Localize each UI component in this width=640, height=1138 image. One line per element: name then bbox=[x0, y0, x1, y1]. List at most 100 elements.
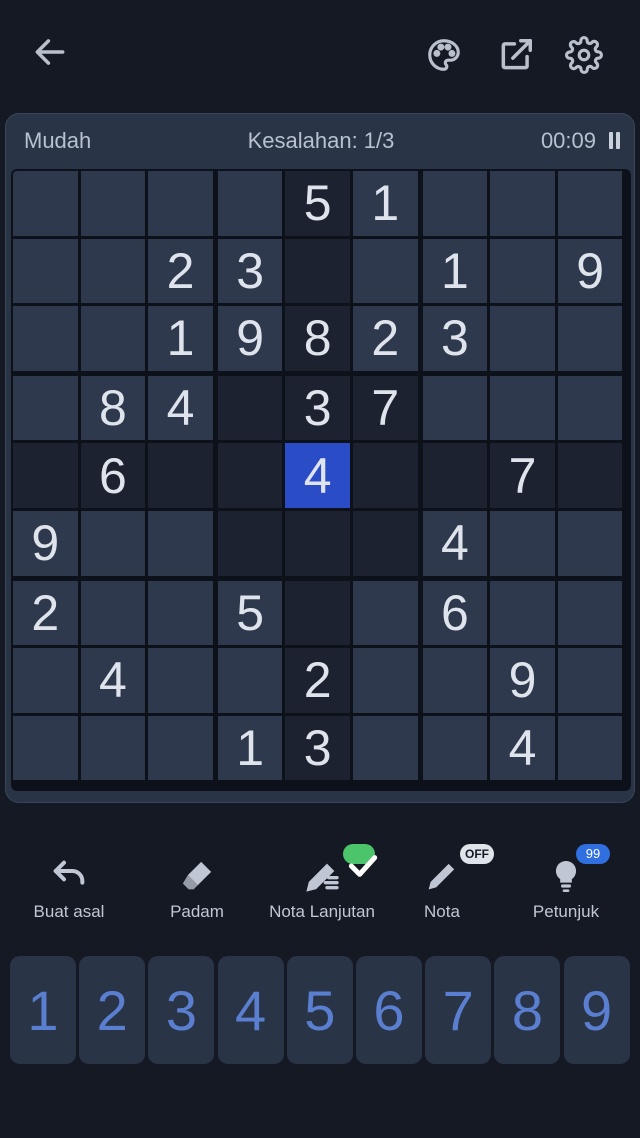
grid-cell-r3-c6[interactable]: 2 bbox=[353, 306, 418, 371]
grid-cell-r7-c7[interactable]: 6 bbox=[422, 580, 488, 646]
grid-cell-r6-c5[interactable] bbox=[285, 511, 350, 576]
grid-cell-r5-c2[interactable]: 6 bbox=[80, 443, 146, 508]
theme-button[interactable] bbox=[420, 31, 468, 79]
grid-cell-r2-c1[interactable] bbox=[13, 238, 78, 304]
grid-cell-r1-c5[interactable]: 5 bbox=[285, 171, 350, 236]
grid-cell-r9-c2[interactable] bbox=[80, 715, 146, 781]
grid-cell-r1-c4[interactable] bbox=[217, 171, 283, 236]
grid-cell-r6-c3[interactable] bbox=[148, 511, 213, 576]
grid-cell-r8-c8[interactable]: 9 bbox=[490, 648, 555, 713]
numpad-key-6[interactable]: 6 bbox=[356, 956, 422, 1064]
numpad-key-9[interactable]: 9 bbox=[563, 956, 630, 1064]
grid-cell-r9-c9[interactable] bbox=[557, 715, 623, 781]
grid-cell-r5-c6[interactable] bbox=[353, 443, 418, 508]
grid-cell-r3-c9[interactable] bbox=[557, 306, 623, 371]
grid-cell-r1-c6[interactable]: 1 bbox=[353, 171, 418, 236]
grid-cell-r4-c4[interactable] bbox=[217, 375, 283, 441]
grid-cell-r3-c5[interactable]: 8 bbox=[285, 306, 350, 371]
grid-cell-r2-c7[interactable]: 1 bbox=[422, 238, 488, 304]
grid-cell-r7-c5[interactable] bbox=[285, 580, 350, 646]
grid-cell-r9-c8[interactable]: 4 bbox=[490, 715, 555, 781]
grid-cell-r2-c6[interactable] bbox=[353, 238, 418, 304]
grid-cell-r6-c4[interactable] bbox=[217, 511, 283, 576]
grid-cell-r9-c4[interactable]: 1 bbox=[217, 715, 283, 781]
grid-cell-r9-c7[interactable] bbox=[422, 715, 488, 781]
grid-cell-r3-c3[interactable]: 1 bbox=[148, 306, 213, 371]
grid-cell-r2-c9[interactable]: 9 bbox=[557, 238, 623, 304]
grid-cell-r8-c1[interactable] bbox=[13, 648, 78, 713]
share-button[interactable] bbox=[492, 31, 540, 79]
grid-cell-r9-c5[interactable]: 3 bbox=[285, 715, 350, 781]
grid-cell-r4-c5[interactable]: 3 bbox=[285, 375, 350, 441]
pause-icon[interactable] bbox=[606, 131, 622, 151]
grid-cell-r5-c3[interactable] bbox=[148, 443, 213, 508]
settings-button[interactable] bbox=[560, 31, 608, 79]
grid-cell-r8-c2[interactable]: 4 bbox=[80, 648, 146, 713]
grid-cell-r2-c8[interactable] bbox=[490, 238, 555, 304]
grid-cell-r2-c4[interactable]: 3 bbox=[217, 238, 283, 304]
grid-cell-r5-c5[interactable]: 4 bbox=[285, 443, 350, 508]
hint-button[interactable]: 99 Petunjuk bbox=[502, 840, 630, 930]
grid-cell-r6-c9[interactable] bbox=[557, 511, 623, 576]
grid-cell-r4-c6[interactable]: 7 bbox=[353, 375, 418, 441]
grid-cell-r1-c3[interactable] bbox=[148, 171, 213, 236]
grid-cell-r1-c8[interactable] bbox=[490, 171, 555, 236]
grid-cell-r7-c9[interactable] bbox=[557, 580, 623, 646]
grid-cell-r4-c8[interactable] bbox=[490, 375, 555, 441]
grid-cell-r6-c8[interactable] bbox=[490, 511, 555, 576]
grid-cell-r4-c3[interactable]: 4 bbox=[148, 375, 213, 441]
grid-cell-r6-c1[interactable]: 9 bbox=[13, 511, 78, 576]
grid-cell-r1-c9[interactable] bbox=[557, 171, 623, 236]
grid-cell-r9-c3[interactable] bbox=[148, 715, 213, 781]
grid-cell-r1-c2[interactable] bbox=[80, 171, 146, 236]
grid-cell-r5-c8[interactable]: 7 bbox=[490, 443, 555, 508]
grid-cell-r3-c2[interactable] bbox=[80, 306, 146, 371]
grid-cell-r6-c6[interactable] bbox=[353, 511, 418, 576]
grid-cell-r6-c7[interactable]: 4 bbox=[422, 511, 488, 576]
grid-cell-r8-c5[interactable]: 2 bbox=[285, 648, 350, 713]
grid-cell-r7-c1[interactable]: 2 bbox=[13, 580, 78, 646]
grid-cell-r7-c3[interactable] bbox=[148, 580, 213, 646]
grid-cell-r8-c3[interactable] bbox=[148, 648, 213, 713]
numpad-key-7[interactable]: 7 bbox=[425, 956, 492, 1064]
grid-cell-r3-c8[interactable] bbox=[490, 306, 555, 371]
grid-cell-r7-c8[interactable] bbox=[490, 580, 555, 646]
grid-cell-r9-c1[interactable] bbox=[13, 715, 78, 781]
numpad-key-8[interactable]: 8 bbox=[494, 956, 561, 1064]
undo-button[interactable]: Buat asal bbox=[5, 840, 133, 930]
grid-cell-r2-c5[interactable] bbox=[285, 238, 350, 304]
grid-cell-r5-c7[interactable] bbox=[422, 443, 488, 508]
grid-cell-r2-c3[interactable]: 2 bbox=[148, 238, 213, 304]
numpad-key-1[interactable]: 1 bbox=[10, 956, 76, 1064]
erase-button[interactable]: Padam bbox=[133, 840, 261, 930]
grid-cell-r3-c7[interactable]: 3 bbox=[422, 306, 488, 371]
grid-cell-r1-c7[interactable] bbox=[422, 171, 488, 236]
grid-cell-r2-c2[interactable] bbox=[80, 238, 146, 304]
grid-cell-r5-c9[interactable] bbox=[557, 443, 623, 508]
grid-cell-r7-c6[interactable] bbox=[353, 580, 418, 646]
grid-cell-r4-c9[interactable] bbox=[557, 375, 623, 441]
grid-cell-r8-c6[interactable] bbox=[353, 648, 418, 713]
grid-cell-r7-c4[interactable]: 5 bbox=[217, 580, 283, 646]
numpad-key-5[interactable]: 5 bbox=[286, 956, 353, 1064]
grid-cell-r4-c7[interactable] bbox=[422, 375, 488, 441]
grid-cell-r1-c1[interactable] bbox=[13, 171, 78, 236]
numpad-key-2[interactable]: 2 bbox=[79, 956, 146, 1064]
grid-cell-r4-c2[interactable]: 8 bbox=[80, 375, 146, 441]
grid-cell-r4-c1[interactable] bbox=[13, 375, 78, 441]
grid-cell-r8-c4[interactable] bbox=[217, 648, 283, 713]
back-button[interactable] bbox=[26, 28, 74, 76]
grid-cell-r6-c2[interactable] bbox=[80, 511, 146, 576]
grid-cell-r9-c6[interactable] bbox=[353, 715, 418, 781]
advanced-notes-button[interactable]: Nota Lanjutan bbox=[258, 840, 386, 930]
grid-cell-r8-c9[interactable] bbox=[557, 648, 623, 713]
numpad-key-4[interactable]: 4 bbox=[217, 956, 284, 1064]
grid-cell-r7-c2[interactable] bbox=[80, 580, 146, 646]
grid-cell-r8-c7[interactable] bbox=[422, 648, 488, 713]
notes-button[interactable]: OFF Nota bbox=[378, 840, 506, 930]
grid-cell-r3-c1[interactable] bbox=[13, 306, 78, 371]
grid-cell-r5-c4[interactable] bbox=[217, 443, 283, 508]
numpad-key-3[interactable]: 3 bbox=[148, 956, 215, 1064]
grid-cell-r5-c1[interactable] bbox=[13, 443, 78, 508]
grid-cell-r3-c4[interactable]: 9 bbox=[217, 306, 283, 371]
